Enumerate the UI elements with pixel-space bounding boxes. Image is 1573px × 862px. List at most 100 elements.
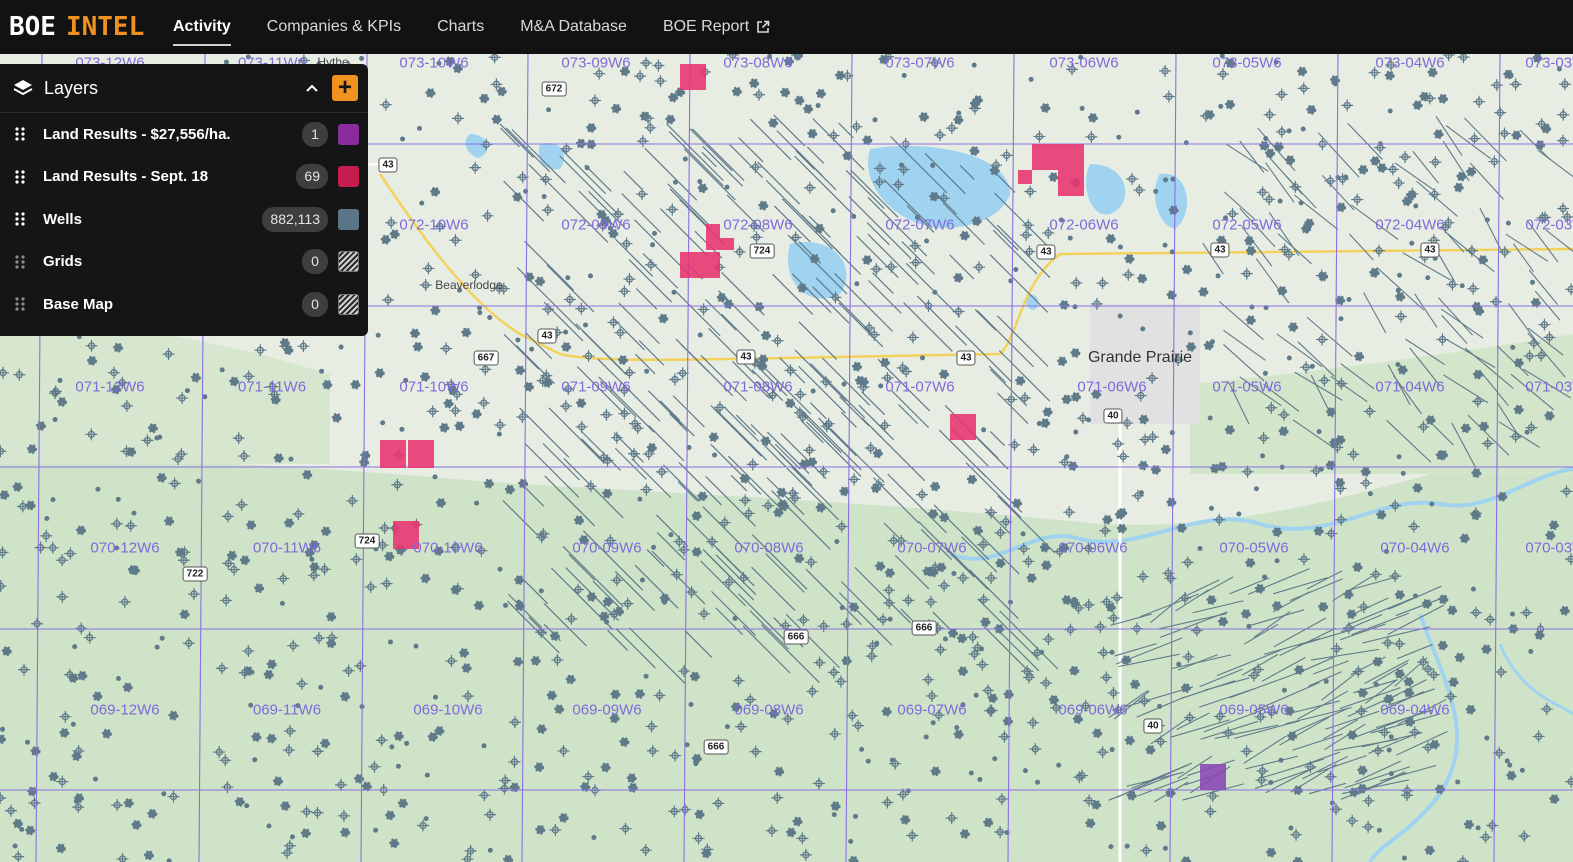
township-label: 070-10W6 (413, 539, 483, 557)
well-symbol (1510, 344, 1516, 350)
well-symbol (1343, 589, 1354, 600)
well-symbol (385, 810, 396, 821)
well-symbol (430, 305, 441, 316)
well-symbol (161, 791, 167, 797)
layer-color-swatch[interactable] (338, 293, 359, 315)
well-symbol (1109, 649, 1115, 655)
highway-shield: 666 (911, 620, 937, 636)
well-symbol (1388, 734, 1394, 740)
well-symbol (1259, 140, 1270, 151)
drag-handle-icon[interactable] (15, 126, 25, 142)
well-symbol (461, 663, 472, 674)
well-symbol (318, 684, 324, 690)
well-symbol (1335, 174, 1341, 180)
well-symbol (1313, 526, 1324, 537)
drag-handle-icon[interactable] (15, 169, 25, 185)
township-label: 071-07W6 (885, 378, 955, 396)
well-symbol (1401, 855, 1407, 861)
well-symbol (1162, 845, 1168, 851)
layer-row[interactable]: Base Map 0 (0, 283, 368, 326)
well-symbol (1397, 272, 1403, 278)
well-symbol (387, 639, 393, 645)
well-symbol (586, 122, 597, 133)
boe-intel-logo[interactable]: BOE INTEL (9, 12, 144, 42)
nav-charts[interactable]: Charts (419, 0, 502, 54)
drag-handle-icon[interactable] (15, 296, 25, 312)
drag-handle-icon[interactable] (15, 211, 25, 227)
nav-companies-kpis[interactable]: Companies & KPIs (249, 0, 419, 54)
layers-header[interactable]: Layers + (0, 64, 368, 113)
well-symbol (1015, 375, 1026, 386)
well-symbol (1026, 573, 1037, 584)
well-symbol (266, 823, 272, 829)
drag-handle-icon[interactable] (15, 254, 25, 270)
well-symbol (1281, 687, 1287, 693)
layer-row[interactable]: Land Results - Sept. 18 69 (0, 156, 368, 199)
layer-color-swatch[interactable] (338, 123, 359, 145)
well-symbol (425, 87, 436, 98)
nav-boe-report[interactable]: BOE Report (645, 0, 788, 54)
well-symbol (359, 55, 365, 61)
highway-shield: 672 (541, 81, 567, 97)
well-symbol (1397, 364, 1408, 375)
well-symbol (953, 114, 964, 125)
well-symbol (1059, 299, 1070, 310)
well-symbol (518, 478, 529, 489)
well-symbol (373, 827, 379, 833)
nav-activity[interactable]: Activity (155, 0, 249, 54)
well-symbol (1012, 498, 1023, 509)
well-symbol (393, 731, 404, 742)
layer-row[interactable]: Wells 882,113 (0, 198, 368, 241)
well-symbol (57, 377, 63, 383)
well-symbol (1376, 162, 1387, 173)
well-symbol (1403, 676, 1414, 687)
township-label: 073-10W6 (399, 54, 469, 72)
well-symbol (1215, 273, 1221, 279)
well-symbol (546, 107, 552, 113)
well-symbol (682, 156, 688, 162)
well-symbol (1470, 586, 1476, 592)
well-symbol (1508, 73, 1514, 79)
well-symbol (643, 673, 649, 679)
well-symbol (936, 562, 947, 573)
well-symbol (830, 208, 836, 214)
highway-shield: 43 (956, 350, 976, 366)
well-symbol (471, 408, 482, 419)
layer-color-swatch[interactable] (338, 251, 359, 273)
well-symbol (56, 396, 67, 407)
well-symbol (131, 819, 142, 830)
township-label: 072-05W6 (1212, 216, 1282, 234)
layer-color-swatch[interactable] (338, 208, 359, 230)
township-label: 070-11W6 (252, 539, 322, 557)
well-symbol (978, 646, 984, 652)
well-symbol (634, 688, 645, 699)
well-symbol (884, 567, 895, 578)
well-symbol (147, 808, 158, 819)
land-result-parcel (1032, 144, 1058, 170)
well-symbol (1334, 477, 1345, 488)
layer-color-swatch[interactable] (338, 166, 359, 188)
well-symbol (1396, 454, 1402, 460)
well-symbol (1475, 825, 1481, 831)
chevron-up-icon[interactable] (304, 80, 320, 96)
well-symbol (668, 92, 679, 103)
layer-row[interactable]: Land Results - $27,556/ha. 1 (0, 113, 368, 156)
well-symbol (1236, 511, 1242, 517)
well-symbol (881, 706, 892, 717)
add-layer-button[interactable]: + (332, 75, 358, 101)
well-symbol (1412, 100, 1423, 111)
nav-ma-database[interactable]: M&A Database (502, 0, 645, 54)
well-symbol (395, 763, 401, 769)
well-symbol (768, 118, 779, 129)
well-symbol (541, 193, 547, 199)
well-symbol (529, 346, 535, 352)
well-symbol (599, 611, 610, 622)
well-symbol (1042, 406, 1053, 417)
township-label: 069-07W6 (897, 701, 967, 719)
township-label: 070-12W6 (90, 539, 160, 557)
well-symbol (1513, 357, 1524, 368)
layer-row[interactable]: Grids 0 (0, 241, 368, 284)
well-symbol (1197, 546, 1203, 552)
well-symbol (1040, 102, 1051, 113)
well-symbol (554, 704, 565, 715)
